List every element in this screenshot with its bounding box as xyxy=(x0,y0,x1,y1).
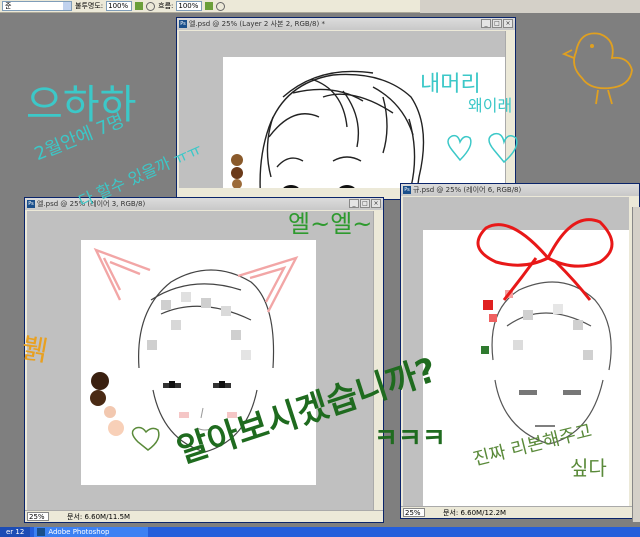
apple-doodle xyxy=(131,426,160,451)
cat-ears-doodle xyxy=(93,247,299,313)
taskbar: er 12 Adobe Photoshop xyxy=(0,527,640,537)
taskbar-item-label: Adobe Photoshop xyxy=(48,528,110,536)
doodle-text-11: 싶다 xyxy=(570,456,607,480)
color-dots-left xyxy=(90,372,124,436)
photoshop-icon xyxy=(37,528,46,536)
doodle-text-5: 왜이래 xyxy=(468,96,513,115)
chick-doodle xyxy=(561,32,633,105)
taskbar-item-1[interactable]: er 12 xyxy=(0,527,31,537)
ribbon-doodle xyxy=(476,218,614,301)
taskbar-item-photoshop[interactable]: Adobe Photoshop xyxy=(34,527,149,537)
doodle-text-6: 엘~엘~ xyxy=(288,210,373,238)
doodle-text-9: ㅋㅋㅋ xyxy=(374,424,446,454)
heart-doodles xyxy=(447,132,518,164)
